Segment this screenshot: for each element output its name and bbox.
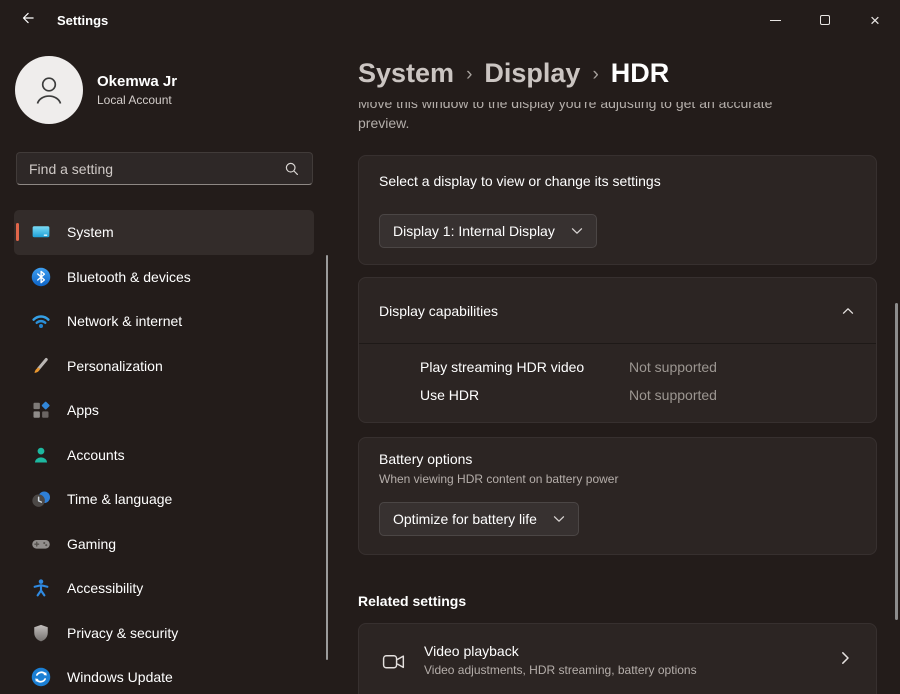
sidebar-item-label: Windows Update: [67, 669, 173, 685]
sidebar-item-windows-update[interactable]: Windows Update: [14, 655, 314, 694]
display-capabilities-card: Display capabilities Play streaming HDR …: [358, 277, 877, 423]
chevron-down-icon: [553, 510, 565, 528]
clipped-text-line: Move this window to the display you're a…: [358, 102, 858, 113]
windows-update-icon: [31, 667, 51, 687]
sidebar-item-personalization[interactable]: Personalization: [14, 344, 314, 389]
profile-section[interactable]: Okemwa Jr Local Account: [15, 56, 177, 124]
person-icon: [29, 70, 69, 110]
sidebar-item-time-language[interactable]: Time & language: [14, 477, 314, 522]
system-icon: [31, 222, 51, 242]
page-title-hdr: HDR: [611, 58, 670, 89]
video-playback-subtitle: Video adjustments, HDR streaming, batter…: [424, 663, 697, 677]
battery-options-value: Optimize for battery life: [393, 511, 537, 527]
sidebar-item-label: Apps: [67, 402, 99, 418]
battery-options-title: Battery options: [379, 451, 472, 467]
close-button[interactable]: ×: [850, 0, 900, 40]
sidebar-item-network-internet[interactable]: Network & internet: [14, 299, 314, 344]
chevron-separator-icon: ›: [592, 62, 598, 86]
search-box: [16, 152, 313, 185]
capability-label: Use HDR: [420, 387, 479, 403]
sidebar-item-label: Accounts: [67, 447, 125, 463]
profile-name: Okemwa Jr: [97, 73, 177, 90]
sidebar-item-accessibility[interactable]: Accessibility: [14, 566, 314, 611]
window-controls: ×: [750, 0, 900, 40]
window-title: Settings: [57, 13, 108, 28]
network-icon: [31, 311, 51, 331]
sidebar-item-label: Bluetooth & devices: [67, 269, 191, 285]
video-playback-card[interactable]: Video playback Video adjustments, HDR st…: [358, 623, 877, 694]
sidebar-item-label: Network & internet: [67, 313, 182, 329]
avatar: [15, 56, 83, 124]
sidebar-item-accounts[interactable]: Accounts: [14, 433, 314, 478]
settings-window: Settings × Okemwa Jr Local Account: [0, 0, 900, 694]
capability-value: Not supported: [629, 359, 717, 375]
capability-label: Play streaming HDR video: [420, 359, 584, 375]
sidebar-scrollbar[interactable]: [326, 255, 328, 660]
video-camera-icon: [381, 648, 408, 680]
select-display-label: Select a display to view or change its s…: [379, 173, 661, 189]
sidebar-item-privacy-security[interactable]: Privacy & security: [14, 611, 314, 656]
sidebar-item-label: Time & language: [67, 491, 172, 507]
battery-options-dropdown[interactable]: Optimize for battery life: [379, 502, 579, 536]
sidebar-item-label: Privacy & security: [67, 625, 178, 641]
search-icon: [284, 161, 300, 177]
display-capabilities-header[interactable]: Display capabilities: [359, 278, 876, 344]
capability-row-streaming-hdr: Play streaming HDR video Not supported: [359, 354, 876, 382]
breadcrumb-display[interactable]: Display: [484, 58, 580, 89]
back-arrow-icon: [19, 10, 36, 31]
chevron-up-icon: [842, 302, 854, 320]
search-input[interactable]: [17, 161, 284, 177]
minimize-button[interactable]: [750, 0, 800, 40]
content-scrollbar[interactable]: [895, 303, 898, 620]
accounts-icon: [31, 445, 51, 465]
minimize-icon: [770, 20, 781, 21]
sidebar-nav: System Bluetooth & devices Network & int…: [14, 210, 314, 694]
main-content: System › Display › HDR Move this window …: [330, 40, 900, 694]
close-icon: ×: [870, 12, 880, 29]
related-settings-heading: Related settings: [358, 593, 466, 609]
sidebar-item-label: Accessibility: [67, 580, 143, 596]
maximize-button[interactable]: [800, 0, 850, 40]
privacy-shield-icon: [31, 623, 51, 643]
sidebar: Okemwa Jr Local Account System: [0, 40, 330, 694]
maximize-icon: [820, 15, 830, 25]
select-display-card: Select a display to view or change its s…: [358, 155, 877, 265]
personalization-icon: [31, 356, 51, 376]
accessibility-icon: [31, 578, 51, 598]
breadcrumb-system[interactable]: System: [358, 58, 454, 89]
chevron-separator-icon: ›: [466, 62, 472, 86]
chevron-right-icon: [841, 651, 850, 670]
selected-accent-bar: [16, 223, 19, 241]
titlebar: Settings ×: [0, 0, 900, 40]
breadcrumb: System › Display › HDR: [358, 58, 669, 89]
capability-value: Not supported: [629, 387, 717, 403]
sidebar-item-gaming[interactable]: Gaming: [14, 522, 314, 567]
sidebar-item-bluetooth-devices[interactable]: Bluetooth & devices: [14, 255, 314, 300]
gaming-icon: [31, 534, 51, 554]
display-capabilities-rows: Play streaming HDR video Not supported U…: [359, 344, 876, 410]
sidebar-item-apps[interactable]: Apps: [14, 388, 314, 433]
profile-account-type: Local Account: [97, 93, 177, 107]
sidebar-item-label: Gaming: [67, 536, 116, 552]
sidebar-item-label: Personalization: [67, 358, 163, 374]
battery-options-subtitle: When viewing HDR content on battery powe…: [379, 472, 618, 486]
display-select-dropdown[interactable]: Display 1: Internal Display: [379, 214, 597, 248]
hdr-description-text: Move this window to the display you're a…: [358, 102, 858, 134]
battery-options-card: Battery options When viewing HDR content…: [358, 437, 877, 555]
sidebar-item-label: System: [67, 224, 114, 240]
chevron-down-icon: [571, 222, 583, 240]
time-language-icon: [31, 489, 51, 509]
display-capabilities-title: Display capabilities: [379, 303, 498, 319]
display-select-value: Display 1: Internal Display: [393, 223, 555, 239]
capability-row-use-hdr: Use HDR Not supported: [359, 382, 876, 410]
description-preview-line: preview.: [358, 113, 858, 134]
video-playback-title: Video playback: [424, 643, 519, 659]
apps-icon: [31, 400, 51, 420]
bluetooth-icon: [31, 267, 51, 287]
sidebar-item-system[interactable]: System: [14, 210, 314, 255]
back-button[interactable]: [10, 5, 44, 35]
